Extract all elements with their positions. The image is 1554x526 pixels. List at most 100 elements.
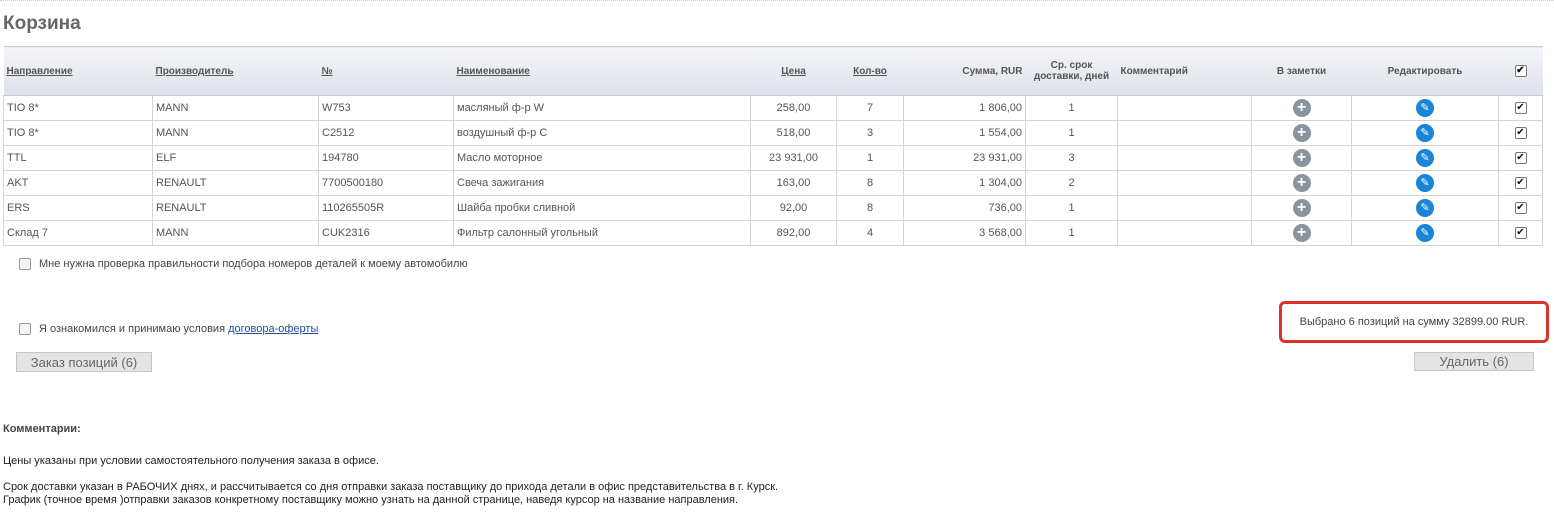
cell-qty: 1 [836, 145, 904, 171]
pencil-icon[interactable]: ✎ [1416, 99, 1434, 117]
delete-button[interactable]: Удалить (6) [1414, 352, 1534, 371]
row-checkbox[interactable]: ✔ [1514, 202, 1527, 215]
cell-comment [1117, 170, 1252, 196]
row-checkbox[interactable]: ✔ [1514, 177, 1527, 190]
cell-direction: AKT [3, 170, 153, 196]
sort-price-link[interactable]: Цена [781, 66, 806, 77]
cell-qty: 3 [836, 120, 904, 146]
agree-text: Я ознакомился и принимаю условия [39, 323, 229, 335]
cell-direction: TIO 8* [3, 120, 153, 146]
cell-manufacturer: MANN [152, 220, 319, 246]
cell-number: CUK2316 [318, 220, 454, 246]
table-row: Склад 7 MANN CUK2316 Фильтр салонный уго… [3, 220, 1543, 246]
plus-circle-icon[interactable]: + [1292, 199, 1311, 217]
cell-delivery: 2 [1025, 170, 1118, 196]
table-row: ERS RENAULT 110265505R Шайба пробки слив… [3, 195, 1543, 221]
cell-number: 194780 [318, 145, 454, 171]
comment-paragraph-2: Срок доставки указан в РАБОЧИХ днях, и р… [3, 481, 779, 506]
pencil-icon[interactable]: ✎ [1416, 124, 1434, 142]
cell-sum: 23 931,00 [903, 145, 1026, 171]
page-title: Корзина [3, 13, 81, 34]
cell-qty: 8 [836, 195, 904, 221]
cell-manufacturer: RENAULT [152, 170, 319, 196]
cell-name: Шайба пробки сливной [453, 195, 751, 221]
agree-label: Я ознакомился и принимаю условия договор… [39, 323, 318, 335]
table-header-row: Направление Производитель № Наименование… [3, 46, 1543, 96]
plus-circle-icon[interactable]: + [1292, 99, 1311, 117]
pencil-icon[interactable]: ✎ [1416, 224, 1434, 242]
row-checkbox[interactable]: ✔ [1514, 227, 1527, 240]
sort-number-link[interactable]: № [322, 66, 333, 77]
top-divider [0, 0, 1554, 1]
offer-contract-link[interactable]: договора-оферты [228, 323, 318, 335]
cell-direction: TIO 8* [3, 95, 153, 121]
cell-number: 7700500180 [318, 170, 454, 196]
cell-number: 110265505R [318, 195, 454, 221]
pencil-icon[interactable]: ✎ [1416, 149, 1434, 167]
header-sum: Сумма, RUR [903, 46, 1026, 96]
header-notes: В заметки [1251, 46, 1352, 96]
agree-checkbox[interactable]: ✔ [19, 323, 31, 335]
cell-comment [1117, 95, 1252, 121]
header-delivery: Ср. срок доставки, дней [1025, 46, 1118, 96]
cell-number: C2512 [318, 120, 454, 146]
cell-delivery: 1 [1025, 195, 1118, 221]
cell-price: 892,00 [750, 220, 837, 246]
cell-comment [1117, 195, 1252, 221]
comment-paragraph-1: Цены указаны при условии самостоятельног… [3, 455, 379, 467]
agree-option: ✔ Я ознакомился и принимаю условия догов… [19, 323, 318, 335]
cell-qty: 8 [836, 170, 904, 196]
sort-direction-link[interactable]: Направление [7, 66, 73, 77]
cell-sum: 736,00 [903, 195, 1026, 221]
cell-sum: 3 568,00 [903, 220, 1026, 246]
sort-name-link[interactable]: Наименование [457, 66, 530, 77]
order-button-label: Заказ позиций (6) [30, 354, 138, 370]
pencil-icon[interactable]: ✎ [1416, 199, 1434, 217]
cell-delivery: 1 [1025, 220, 1118, 246]
summary-text: Выбрано 6 позиций на сумму 32899.00 RUR. [1299, 316, 1529, 328]
table-row: AKT RENAULT 7700500180 Свеча зажигания 1… [3, 170, 1543, 196]
cell-qty: 7 [836, 95, 904, 121]
plus-circle-icon[interactable]: + [1292, 224, 1311, 242]
cell-price: 92,00 [750, 195, 837, 221]
cell-comment [1117, 120, 1252, 146]
cell-qty: 4 [836, 220, 904, 246]
check-numbers-option: ✔ Мне нужна проверка правильности подбор… [19, 258, 468, 270]
row-checkbox[interactable]: ✔ [1514, 102, 1527, 115]
cell-direction: TTL [3, 145, 153, 171]
row-checkbox[interactable]: ✔ [1514, 127, 1527, 140]
sort-manufacturer-link[interactable]: Производитель [156, 66, 234, 77]
cell-name: масляный ф-р W [453, 95, 751, 121]
order-button[interactable]: Заказ позиций (6) [16, 352, 152, 372]
cell-manufacturer: MANN [152, 95, 319, 121]
table-row: TTL ELF 194780 Масло моторное 23 931,00 … [3, 145, 1543, 171]
cell-price: 518,00 [750, 120, 837, 146]
sort-qty-link[interactable]: Кол-во [853, 66, 887, 77]
cell-sum: 1 806,00 [903, 95, 1026, 121]
cell-delivery: 1 [1025, 95, 1118, 121]
check-numbers-checkbox[interactable]: ✔ [19, 258, 31, 270]
pencil-icon[interactable]: ✎ [1416, 174, 1434, 192]
cell-price: 23 931,00 [750, 145, 837, 171]
cell-direction: ERS [3, 195, 153, 221]
header-edit: Редактировать [1351, 46, 1499, 96]
plus-circle-icon[interactable]: + [1292, 124, 1311, 142]
cell-name: Фильтр салонный угольный [453, 220, 751, 246]
cell-sum: 1 554,00 [903, 120, 1026, 146]
selection-summary: Выбрано 6 позиций на сумму 32899.00 RUR. [1279, 301, 1549, 343]
table-row: TIO 8* MANN W753 масляный ф-р W 258,00 7… [3, 95, 1543, 121]
header-comment: Комментарий [1117, 46, 1252, 96]
plus-circle-icon[interactable]: + [1292, 174, 1311, 192]
cell-delivery: 1 [1025, 120, 1118, 146]
check-numbers-label: Мне нужна проверка правильности подбора … [39, 258, 468, 270]
cell-name: воздушный ф-р C [453, 120, 751, 146]
table-row: TIO 8* MANN C2512 воздушный ф-р C 518,00… [3, 120, 1543, 146]
cell-comment [1117, 220, 1252, 246]
delete-button-label: Удалить (6) [1439, 354, 1509, 369]
row-checkbox[interactable]: ✔ [1514, 152, 1527, 165]
select-all-checkbox[interactable]: ✔ [1514, 65, 1527, 77]
comments-title: Комментарии: [3, 423, 81, 435]
cell-price: 163,00 [750, 170, 837, 196]
plus-circle-icon[interactable]: + [1292, 149, 1311, 167]
cell-price: 258,00 [750, 95, 837, 121]
